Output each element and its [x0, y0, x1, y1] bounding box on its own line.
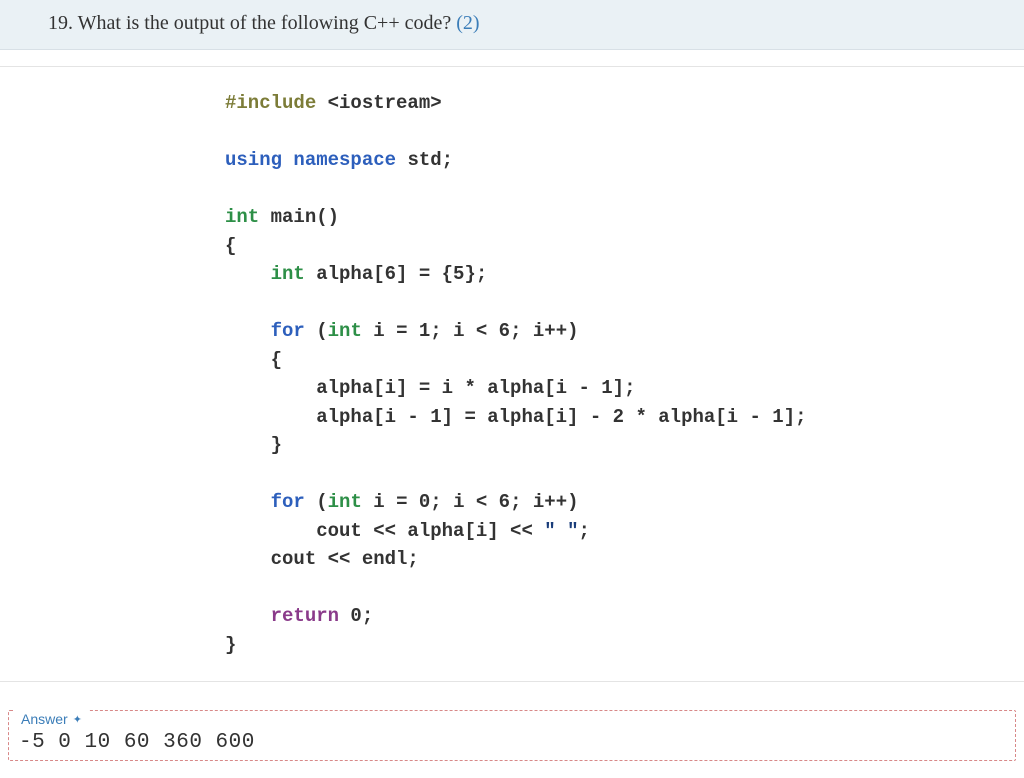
code-preproc: #include — [225, 92, 316, 114]
code-text: std; — [396, 149, 453, 171]
code-type: int — [328, 320, 362, 342]
answer-box: Answer ✦ -5 0 10 60 360 600 — [8, 710, 1016, 761]
answer-text: -5 0 10 60 360 600 — [9, 731, 1015, 760]
code-type: int — [225, 206, 259, 228]
code-text: { — [225, 349, 282, 371]
code-block: #include <iostream> using namespace std;… — [225, 89, 1024, 659]
down-arrow-icon: ✦ — [73, 713, 82, 726]
question-points: (2) — [456, 12, 479, 34]
question-number: 19. — [48, 12, 73, 34]
code-text: cout << alpha[i] << — [225, 520, 544, 542]
code-text: ( — [305, 320, 328, 342]
code-string: " " — [544, 520, 578, 542]
code-text: alpha[i] = i * alpha[i - 1]; — [225, 377, 635, 399]
code-text: 0; — [339, 605, 373, 627]
code-text: () — [316, 206, 339, 228]
code-text: alpha[i - 1] = alpha[i] - 2 * alpha[i - … — [225, 406, 807, 428]
code-text: } — [225, 434, 282, 456]
code-keyword: for — [225, 491, 305, 513]
code-text: alpha[6] = {5}; — [305, 263, 487, 285]
code-text: main — [259, 206, 316, 228]
answer-label: Answer — [21, 711, 68, 727]
code-text: <iostream> — [316, 92, 441, 114]
code-text: { — [225, 235, 236, 257]
code-text: } — [225, 634, 236, 656]
code-text: i = 0; i < 6; i++) — [362, 491, 579, 513]
code-container: #include <iostream> using namespace std;… — [0, 66, 1024, 682]
code-text: ( — [305, 491, 328, 513]
code-keyword: namespace — [282, 149, 396, 171]
code-keyword: return — [225, 605, 339, 627]
answer-label-container[interactable]: Answer ✦ — [15, 707, 88, 731]
code-text: ; — [578, 520, 589, 542]
code-type: int — [225, 263, 305, 285]
question-header: 19. What is the output of the following … — [0, 0, 1024, 50]
code-keyword: using — [225, 149, 282, 171]
code-keyword: for — [225, 320, 305, 342]
code-type: int — [328, 491, 362, 513]
question-text: What is the output of the following C++ … — [78, 12, 452, 34]
code-text: i = 1; i < 6; i++) — [362, 320, 579, 342]
code-text: cout << endl; — [225, 548, 419, 570]
